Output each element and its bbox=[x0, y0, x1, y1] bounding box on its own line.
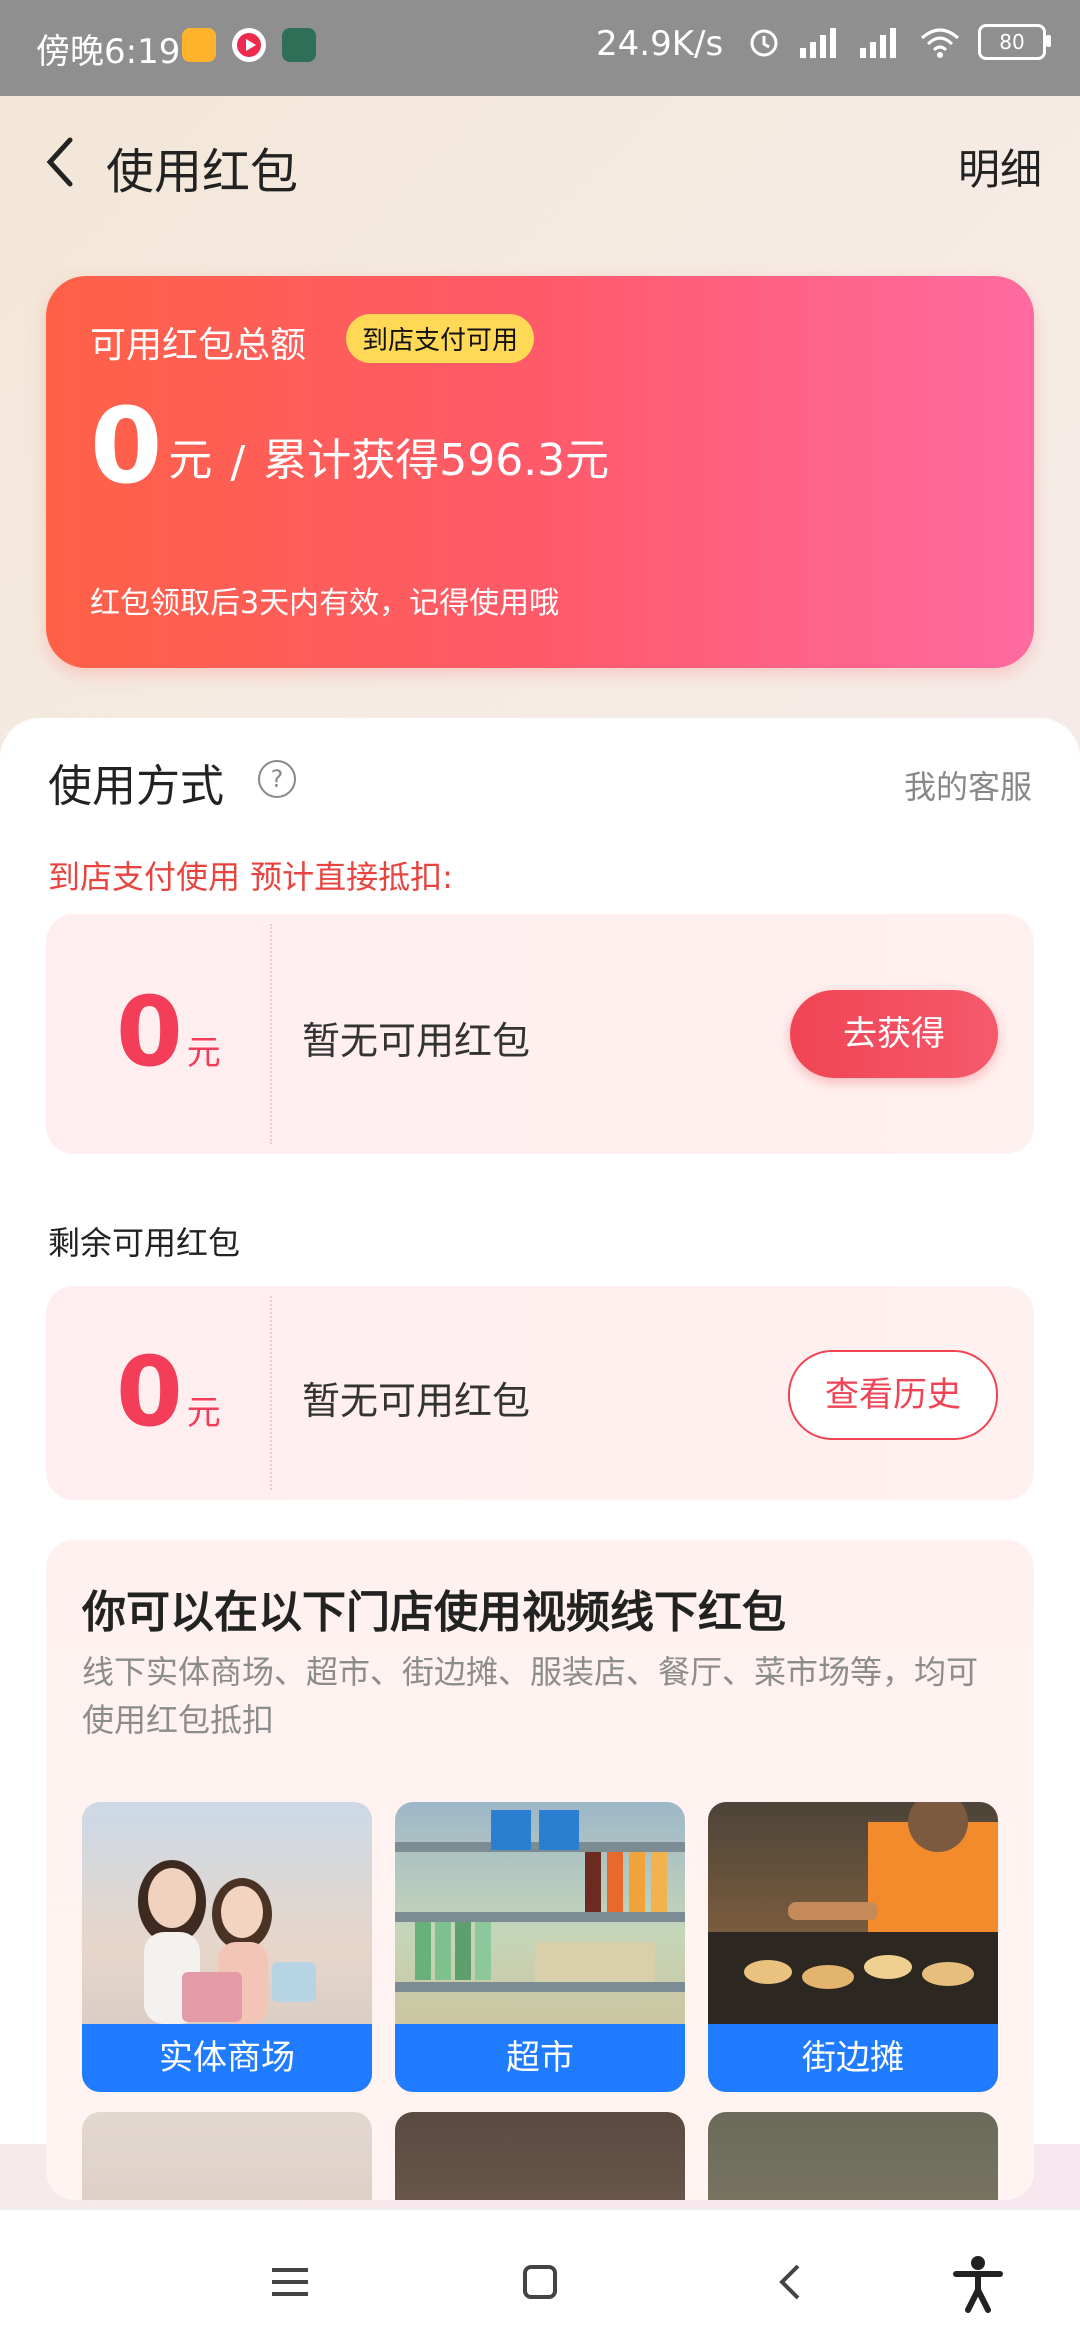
coupon-divider bbox=[270, 924, 272, 1144]
store-tile-supermarket[interactable]: 超市 bbox=[395, 1802, 685, 2092]
street-stall-photo bbox=[708, 1802, 998, 2024]
customer-service-link[interactable]: 我的客服 bbox=[904, 762, 1032, 808]
store-pay-coupon-card: 0 元 暂无可用红包 去获得 bbox=[46, 914, 1034, 1154]
page-header: 使用红包 明细 bbox=[0, 96, 1080, 228]
signal-icon bbox=[800, 28, 836, 58]
remaining-amount-value: 0 bbox=[116, 1336, 183, 1448]
store-tile-label: 超市 bbox=[395, 2024, 685, 2092]
available-total-label: 可用红包总额 bbox=[90, 325, 307, 366]
coupon-divider bbox=[270, 1296, 272, 1490]
back-arrow-icon[interactable] bbox=[36, 130, 84, 194]
mall-photo bbox=[138, 1860, 316, 2024]
home-icon[interactable] bbox=[512, 2254, 568, 2310]
usage-method-title: 使用方式 bbox=[48, 761, 224, 812]
accessibility-icon[interactable] bbox=[948, 2254, 1008, 2314]
amount-separator: / bbox=[230, 437, 246, 488]
avatar-notification-icon bbox=[282, 28, 316, 62]
view-history-button[interactable]: 查看历史 bbox=[788, 1350, 998, 1440]
remaining-status-text: 暂无可用红包 bbox=[302, 1379, 531, 1423]
status-bar: 傍晚6:19 24.9K/s 80 bbox=[0, 0, 1080, 96]
gallery-notification-icon bbox=[182, 28, 216, 62]
stores-title: 你可以在以下门店使用视频线下红包 bbox=[82, 1587, 786, 1638]
available-balance-card: 可用红包总额 到店支付可用 0 元 / 累计获得596.3元 红包领取后3天内有… bbox=[46, 276, 1034, 668]
video-app-notification-icon bbox=[232, 28, 266, 62]
battery-icon: 80 bbox=[978, 24, 1051, 60]
coupon-amount: 0 元 bbox=[116, 984, 221, 1080]
supermarket-photo bbox=[395, 1810, 685, 1992]
available-amount-value: 0 bbox=[90, 385, 163, 507]
alarm-icon bbox=[750, 29, 778, 57]
signal-icon-2 bbox=[860, 28, 896, 58]
coupon-status-text: 暂无可用红包 bbox=[302, 1019, 531, 1063]
stores-description: 线下实体商场、超市、街边摊、服装店、餐厅、菜市场等，均可使用红包抵扣 bbox=[82, 1653, 979, 1739]
available-amount: 0 元 / 累计获得596.3元 bbox=[90, 394, 609, 498]
system-navigation-bar bbox=[0, 2208, 1080, 2342]
coupon-amount-unit: 元 bbox=[186, 1033, 221, 1073]
store-tile-street-stall[interactable]: 街边摊 bbox=[708, 1802, 998, 2092]
store-tile-mall[interactable]: 实体商场 bbox=[82, 1802, 372, 2092]
remaining-coupons-label: 剩余可用红包 bbox=[48, 1224, 241, 1262]
available-amount-unit: 元 bbox=[168, 435, 213, 486]
validity-note: 红包领取后3天内有效，记得使用哦 bbox=[90, 586, 560, 621]
offline-stores-section: 你可以在以下门店使用视频线下红包 线下实体商场、超市、街边摊、服装店、餐厅、菜市… bbox=[46, 1540, 1034, 2200]
store-pay-note: 到店支付使用 预计直接抵扣: bbox=[48, 858, 453, 896]
coupon-amount-value: 0 bbox=[116, 976, 183, 1088]
remaining-amount-unit: 元 bbox=[186, 1393, 221, 1433]
back-icon[interactable] bbox=[764, 2254, 820, 2310]
store-tile-row2-1[interactable] bbox=[82, 2112, 372, 2200]
remaining-amount: 0 元 bbox=[116, 1344, 221, 1440]
status-time: 傍晚6:19 bbox=[36, 32, 181, 72]
wifi-icon bbox=[921, 28, 959, 58]
menu-icon[interactable] bbox=[262, 2254, 318, 2310]
remaining-coupon-card: 0 元 暂无可用红包 查看历史 bbox=[46, 1286, 1034, 1500]
usage-panel: 使用方式 ? 我的客服 到店支付使用 预计直接抵扣: 0 元 暂无可用红包 去获… bbox=[0, 718, 1080, 2200]
store-pay-badge: 到店支付可用 bbox=[346, 314, 535, 363]
details-link[interactable]: 明细 bbox=[958, 136, 1042, 197]
help-icon[interactable]: ? bbox=[258, 760, 296, 798]
status-icons: 80 bbox=[746, 24, 1051, 60]
page-title: 使用红包 bbox=[106, 144, 299, 200]
total-earned: 累计获得596.3元 bbox=[263, 435, 610, 486]
store-tile-row2-3[interactable] bbox=[708, 2112, 998, 2200]
network-speed: 24.9K/s bbox=[596, 24, 724, 64]
get-coupon-button[interactable]: 去获得 bbox=[790, 990, 998, 1078]
store-tile-row2-2[interactable] bbox=[395, 2112, 685, 2200]
store-tile-label: 实体商场 bbox=[82, 2024, 372, 2092]
store-tile-label: 街边摊 bbox=[708, 2024, 998, 2092]
